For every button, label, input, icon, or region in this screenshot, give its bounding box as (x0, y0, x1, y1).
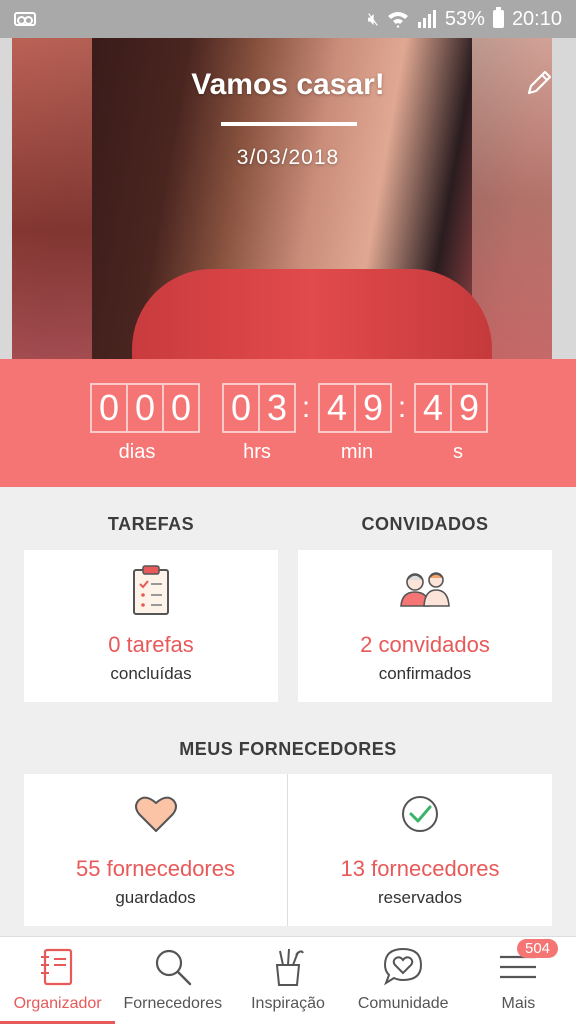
notification-badge: 504 (516, 939, 559, 958)
guests-card[interactable]: 2 convidados confirmados (298, 550, 552, 702)
notebook-icon (40, 948, 72, 986)
days-digits: 0 0 0 (90, 383, 200, 433)
battery-percent: 53% (444, 7, 485, 30)
minutes-digits: 4 9 (318, 383, 392, 433)
booked-vendors-card[interactable]: 13 fornecedores reservados (288, 774, 552, 926)
separator: : (301, 391, 311, 424)
digit: 0 (222, 383, 260, 433)
digit: 0 (162, 383, 200, 433)
brushes-icon (275, 948, 304, 986)
digit: 0 (90, 383, 128, 433)
saved-vendors-caption: guardados (115, 888, 196, 907)
checklist-icon (133, 565, 169, 615)
hero-title: Vamos casar! (191, 68, 385, 101)
vendors-title: MEUS FORNECEDORES (179, 739, 397, 759)
booked-vendors-value: 13 fornecedores (340, 856, 500, 881)
countdown-panel: 0 0 0 0 3 : 4 9 : 4 9 dias hrs min s (0, 359, 576, 487)
nav-mais[interactable]: 504 Mais (461, 937, 576, 1024)
nav-fornecedores[interactable]: Fornecedores (115, 937, 230, 1024)
wedding-date: 3/03/2018 (236, 146, 340, 169)
digit: 4 (414, 383, 452, 433)
mute-icon: 🔇︎ (367, 8, 379, 29)
guests-caption: confirmados (378, 664, 472, 683)
hours-label: hrs (243, 441, 271, 463)
nav-label: Organizador (13, 995, 102, 1012)
wifi-icon (387, 12, 408, 28)
voicemail-icon (14, 12, 36, 26)
nav-label: Inspiração (251, 995, 325, 1012)
pencil-icon[interactable] (524, 68, 554, 98)
heart-chat-icon (384, 947, 423, 986)
status-bar: 🔇︎ 53% 20:10 (0, 0, 576, 38)
heart-icon (134, 796, 177, 832)
saved-vendors-value: 55 fornecedores (76, 856, 235, 881)
hero-banner[interactable]: Vamos casar! 3/03/2018 (0, 38, 576, 359)
saved-vendors-card[interactable]: 55 fornecedores guardados (24, 774, 287, 926)
tasks-caption: concluídas (110, 664, 192, 683)
days-label: dias (118, 441, 156, 463)
nav-label: Fornecedores (123, 995, 223, 1012)
bottom-navigation: Organizador Fornecedores Inspiração Comu… (0, 936, 576, 1024)
battery-icon (492, 7, 504, 28)
booked-vendors-caption: reservados (377, 888, 463, 907)
guests-icon (400, 572, 450, 607)
check-circle-icon (402, 796, 438, 832)
clock: 20:10 (511, 7, 562, 30)
tasks-value: 0 tarefas (108, 632, 194, 657)
nav-inspiracao[interactable]: Inspiração (230, 937, 345, 1024)
nav-organizador[interactable]: Organizador (0, 937, 116, 1024)
digit: 9 (354, 383, 392, 433)
minutes-label: min (340, 441, 374, 463)
nav-label: Comunidade (357, 995, 449, 1012)
tasks-title: TAREFAS (107, 514, 195, 534)
seconds-digits: 4 9 (414, 383, 488, 433)
digit: 4 (318, 383, 356, 433)
search-icon (155, 949, 191, 986)
nav-comunidade[interactable]: Comunidade (346, 937, 461, 1024)
digit: 3 (258, 383, 296, 433)
guests-title: CONVIDADOS (361, 514, 489, 534)
separator: : (397, 391, 407, 424)
nav-label: Mais (501, 995, 536, 1012)
tasks-card[interactable]: 0 tarefas concluídas (24, 550, 278, 702)
title-underline (221, 122, 357, 126)
digit: 9 (450, 383, 488, 433)
seconds-label: s (453, 441, 463, 463)
guests-value: 2 convidados (360, 632, 490, 657)
hours-digits: 0 3 (222, 383, 296, 433)
signal-icon (417, 10, 436, 28)
digit: 0 (126, 383, 164, 433)
